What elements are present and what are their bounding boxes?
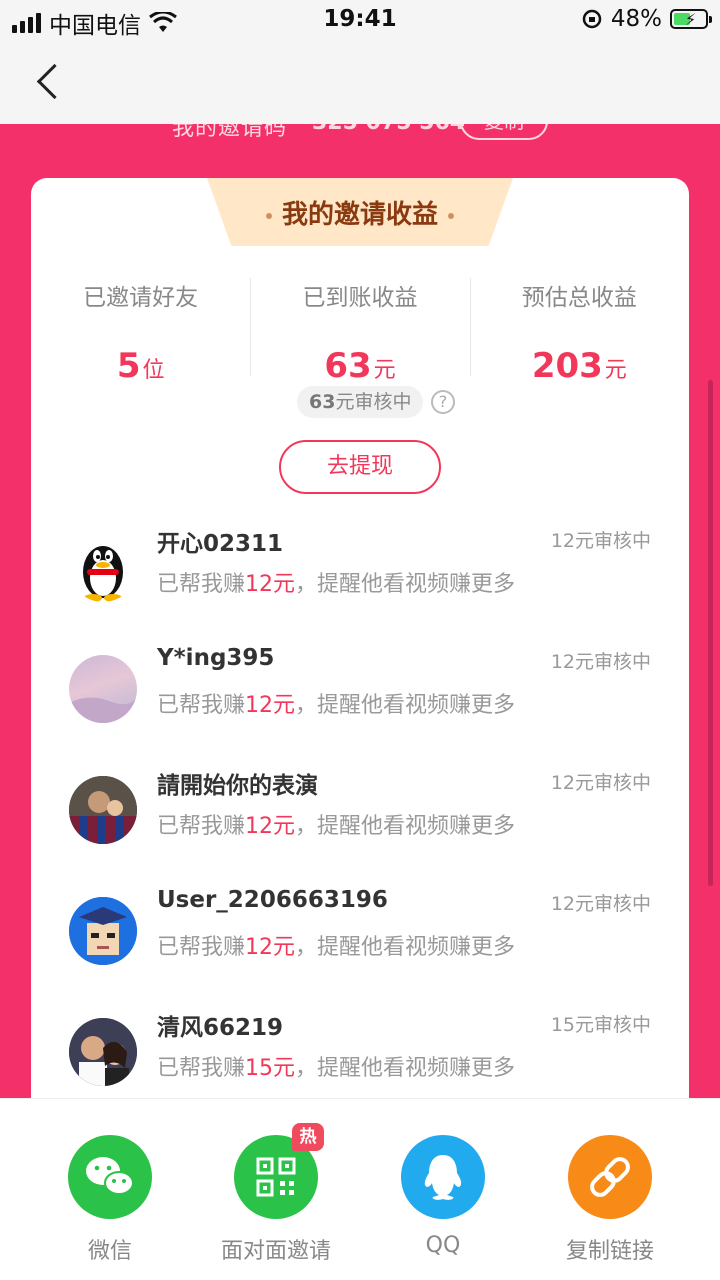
- stat-label: 已邀请好友: [83, 285, 199, 311]
- review-status: 12元审核中: [550, 651, 651, 673]
- photo-avatar-icon: [69, 776, 137, 844]
- friend-name: 开心02311: [157, 531, 284, 557]
- share-wechat-button[interactable]: 微信: [40, 1135, 180, 1265]
- friend-list: 开心02311 12元审核中 已帮我赚12元，提醒他看视频赚更多 Y*ing39…: [31, 498, 689, 1103]
- stat-label: 已到账收益: [302, 285, 418, 311]
- share-bar: 微信 热 面对面邀请 QQ 复制链接: [0, 1098, 720, 1280]
- avatar: [69, 1018, 137, 1086]
- stat-received-earnings: 已到账收益 63元: [250, 276, 469, 386]
- earning-text: 已帮我赚12元，提醒他看视频赚更多: [157, 572, 516, 597]
- share-copy-link-button[interactable]: 复制链接: [540, 1135, 680, 1265]
- list-item[interactable]: Y*ing395 12元审核中 已帮我赚12元，提醒他看视频赚更多: [31, 619, 689, 740]
- review-status: 12元审核中: [550, 772, 651, 794]
- stat-estimated-earnings: 预估总收益 203元: [469, 276, 689, 386]
- dot-icon: [265, 212, 272, 219]
- review-status: 15元审核中: [550, 1014, 651, 1036]
- stat-value: 203元: [531, 346, 627, 386]
- friend-name: Y*ing395: [157, 645, 275, 671]
- help-icon[interactable]: ?: [431, 390, 455, 414]
- qq-icon: [401, 1135, 485, 1219]
- avatar: [69, 897, 137, 965]
- friend-name: 請開始你的表演: [157, 773, 318, 799]
- list-item[interactable]: 清风66219 15元审核中 已帮我赚15元，提醒他看视频赚更多: [31, 982, 689, 1103]
- invite-code-label: 我的邀请码: [172, 124, 288, 141]
- stat-label: 预估总收益: [521, 285, 637, 311]
- list-item[interactable]: 請開始你的表演 12元审核中 已帮我赚12元，提醒他看视频赚更多: [31, 740, 689, 861]
- share-label: 微信: [87, 1239, 132, 1264]
- stat-value: 5位: [116, 346, 165, 386]
- status-bar: 中国电信 19:41 48% ⚡: [0, 0, 720, 40]
- avatar: [69, 655, 137, 723]
- avatar: [69, 534, 137, 602]
- card-header: 我的邀请收益: [207, 178, 513, 246]
- invite-code-value: 325 075 564: [312, 124, 465, 135]
- review-status: 12元审核中: [550, 893, 651, 915]
- hot-badge: 热: [292, 1123, 324, 1151]
- invite-code-row: 我的邀请码 325 075 564 复制: [0, 124, 720, 142]
- list-item[interactable]: 开心02311 12元审核中 已帮我赚12元，提醒他看视频赚更多: [31, 498, 689, 619]
- qr-code-icon: 热: [234, 1123, 324, 1219]
- scrollbar[interactable]: [708, 380, 713, 886]
- couple-photo-avatar-icon: [69, 1018, 137, 1086]
- withdraw-button[interactable]: 去提现: [279, 440, 441, 494]
- dot-icon: [448, 212, 454, 219]
- orientation-lock-icon: [582, 9, 602, 29]
- link-icon: [568, 1135, 652, 1219]
- back-button[interactable]: [28, 60, 68, 104]
- stats-row: 已邀请好友 5位 已到账收益 63元 预估总收益 203元: [31, 276, 689, 386]
- battery-percent: 48%: [610, 6, 662, 32]
- nav-bar: [0, 40, 720, 124]
- wechat-icon: [68, 1135, 152, 1219]
- earning-text: 已帮我赚12元，提醒他看视频赚更多: [157, 693, 516, 718]
- graduate-avatar-icon: [69, 897, 137, 965]
- review-status: 12元审核中: [550, 530, 651, 552]
- copy-code-button[interactable]: 复制: [460, 124, 548, 140]
- qq-penguin-avatar-icon: [69, 534, 137, 602]
- friend-name: 清风66219: [157, 1015, 284, 1041]
- share-label: 复制链接: [565, 1239, 654, 1264]
- sky-avatar-icon: [69, 697, 137, 723]
- card-title-wrap: 我的邀请收益: [207, 194, 513, 231]
- earning-text: 已帮我赚12元，提醒他看视频赚更多: [157, 814, 516, 839]
- pending-review-badge: 63元审核中: [297, 386, 424, 418]
- list-item[interactable]: User_2206663196 12元审核中 已帮我赚12元，提醒他看视频赚更多: [31, 861, 689, 982]
- avatar: [69, 776, 137, 844]
- earning-text: 已帮我赚12元，提醒他看视频赚更多: [157, 935, 516, 960]
- share-face-to-face-button[interactable]: 热 面对面邀请: [206, 1123, 346, 1265]
- share-qq-button[interactable]: QQ: [373, 1135, 513, 1258]
- share-label: QQ: [425, 1233, 461, 1258]
- share-label: 面对面邀请: [220, 1239, 331, 1264]
- card-title: 我的邀请收益: [281, 200, 438, 230]
- earning-text: 已帮我赚15元，提醒他看视频赚更多: [157, 1056, 516, 1081]
- stat-value: 63元: [324, 346, 396, 386]
- battery-icon: ⚡: [670, 9, 712, 29]
- stat-invited-friends: 已邀请好友 5位: [31, 276, 250, 386]
- invite-earnings-card: 我的邀请收益 已邀请好友 5位 已到账收益 63元 预估总收益 203元 63元…: [31, 178, 689, 1118]
- friend-name: User_2206663196: [157, 887, 388, 913]
